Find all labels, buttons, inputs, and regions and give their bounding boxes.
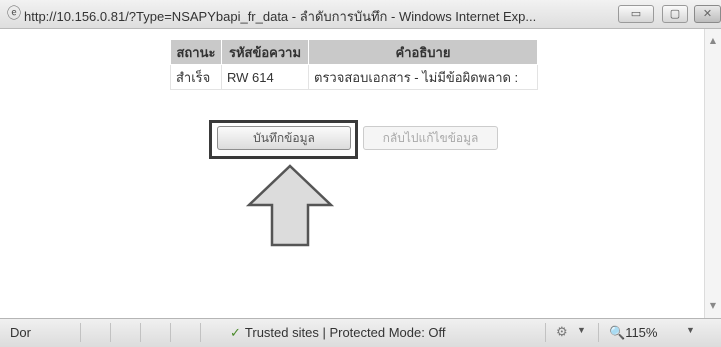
maximize-icon: ▢ xyxy=(669,7,681,20)
status-divider xyxy=(170,323,171,342)
window-titlebar: ⓔ http://10.156.0.81/?Type=NSAPYbapi_fr_… xyxy=(0,0,721,29)
zoom-level: 115% xyxy=(625,325,658,340)
status-divider xyxy=(545,323,546,342)
header-description: คำอธิบาย xyxy=(308,39,538,65)
status-divider xyxy=(80,323,81,342)
window-title: http://10.156.0.81/?Type=NSAPYbapi_fr_da… xyxy=(24,9,537,24)
chevron-down-icon[interactable]: ▼ xyxy=(686,325,695,335)
status-divider xyxy=(200,323,201,342)
security-icon[interactable]: ⚙ xyxy=(556,324,568,340)
scroll-down-icon[interactable]: ▼ xyxy=(705,298,721,314)
cell-status: สำเร็จ xyxy=(170,64,222,90)
scroll-up-icon[interactable]: ▲ xyxy=(705,33,721,49)
result-table: สถานะ รหัสข้อความ คำอธิบาย สำเร็จ RW 614… xyxy=(170,39,538,90)
status-text: Dor xyxy=(10,325,31,340)
status-divider xyxy=(140,323,141,342)
chevron-down-icon[interactable]: ▼ xyxy=(577,325,586,335)
minimize-icon: ▭ xyxy=(630,7,642,20)
check-icon: ✓ xyxy=(230,325,241,340)
table-row: สำเร็จ RW 614 ตรวจสอบเอกสาร - ไม่มีข้อผิ… xyxy=(170,64,538,90)
security-zone[interactable]: ✓ Trusted sites | Protected Mode: Off xyxy=(230,325,446,341)
table-header-row: สถานะ รหัสข้อความ คำอธิบาย xyxy=(170,39,538,65)
save-data-button[interactable]: บันทึกข้อมูล xyxy=(217,126,351,150)
cell-message-code: RW 614 xyxy=(221,64,309,90)
header-status: สถานะ xyxy=(170,39,222,65)
header-message-code: รหัสข้อความ xyxy=(221,39,309,65)
back-to-edit-button[interactable]: กลับไปแก้ไขข้อมูล xyxy=(363,126,498,150)
status-bar: Dor ✓ Trusted sites | Protected Mode: Off… xyxy=(0,318,721,347)
vertical-scrollbar[interactable]: ▲ ▼ xyxy=(704,29,721,318)
status-divider xyxy=(598,323,599,342)
page-content: สถานะ รหัสข้อความ คำอธิบาย สำเร็จ RW 614… xyxy=(0,29,704,318)
maximize-button[interactable]: ▢ xyxy=(662,5,688,23)
close-button[interactable]: ✕ xyxy=(694,5,721,23)
arrow-up-icon xyxy=(245,164,335,247)
zoom-control[interactable]: 🔍115% xyxy=(609,325,657,341)
ie-icon: ⓔ xyxy=(7,6,21,22)
minimize-button[interactable]: ▭ xyxy=(618,5,654,23)
zoom-icon: 🔍 xyxy=(609,325,626,340)
close-icon: ✕ xyxy=(702,7,713,20)
status-divider xyxy=(110,323,111,342)
cell-description: ตรวจสอบเอกสาร - ไม่มีข้อผิดพลาด : xyxy=(308,64,538,90)
security-zone-label: Trusted sites | Protected Mode: Off xyxy=(244,325,446,340)
